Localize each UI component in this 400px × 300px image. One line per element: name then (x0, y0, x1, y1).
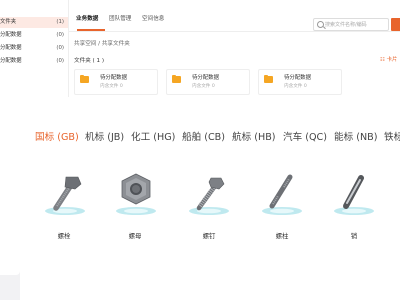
view-toggle-label: 卡片 (386, 57, 398, 63)
sidebar-item-label: 分配数据 (0, 58, 22, 64)
folder-icon (80, 74, 89, 83)
sidebar-item-folder[interactable]: 文件夹 (1) (0, 17, 68, 28)
pin-icon (334, 175, 374, 215)
product-item-bolt[interactable]: 螺栓 (35, 168, 93, 248)
search-icon (317, 20, 324, 28)
sidebar-item-label: 分配数据 (0, 45, 22, 51)
tab-team-management[interactable]: 团队管理 (109, 14, 131, 22)
product-label: 螺钉 (202, 232, 216, 240)
category-tab-qc[interactable]: 汽车 (QC) (283, 129, 327, 143)
product-label: 螺母 (128, 232, 142, 240)
nut-icon (116, 173, 156, 215)
product-item-pin[interactable]: 销 (325, 168, 383, 248)
product-label: 螺柱 (275, 232, 289, 240)
category-tab-jb[interactable]: 机标 (JB) (85, 129, 124, 143)
category-tab-cb[interactable]: 船舶 (CB) (182, 129, 225, 143)
category-tab-rail[interactable]: 铁标 (384, 129, 400, 143)
category-tab-gb[interactable]: 国标 (GB) (35, 129, 79, 143)
tab-business-data[interactable]: 业务数据 (76, 14, 98, 22)
product-item-stud[interactable]: 螺柱 (253, 168, 311, 248)
folder-file-count: 内含文件 0 (192, 84, 215, 89)
folder-name: 待分配数据 (100, 75, 127, 81)
folder-file-count: 内含文件 0 (100, 84, 123, 89)
folder-name: 待分配数据 (192, 75, 219, 81)
sidebar-item-label: 文件夹 (0, 19, 17, 25)
sidebar-item-unassigned-3[interactable]: 分配数据 (0) (0, 56, 68, 67)
product-item-screw[interactable]: 螺钉 (180, 168, 238, 248)
left-panel (0, 93, 20, 275)
sidebar-item-unassigned-2[interactable]: 分配数据 (0) (0, 43, 68, 54)
folder-section-title: 文件夹 ( 1 ) (74, 58, 105, 64)
product-label: 销 (350, 232, 358, 240)
screw-icon (189, 177, 229, 215)
sidebar-item-label: 分配数据 (0, 32, 22, 38)
search-input[interactable]: 搜索文件名称/编码 (313, 18, 389, 31)
stud-icon (262, 174, 302, 215)
top-window: 文件夹 (1) 分配数据 (0) 分配数据 (0) 分配数据 (0) 业务数据 … (0, 0, 400, 97)
category-tab-hg[interactable]: 化工 (HG) (131, 129, 175, 143)
search-placeholder: 搜索文件名称/编码 (325, 22, 367, 28)
sidebar-item-count: (1) (56, 19, 64, 25)
folder-card[interactable]: 待分配数据 内含文件 0 (258, 69, 342, 95)
grid-icon: ☷ (380, 57, 385, 63)
category-tab-hb[interactable]: 航标 (HB) (232, 129, 276, 143)
folder-card[interactable]: 待分配数据 内含文件 0 (166, 69, 250, 95)
breadcrumb: 共享空间 / 共享文件夹 (74, 41, 130, 47)
product-label: 螺栓 (57, 232, 71, 240)
sidebar-item-count: (0) (56, 58, 64, 64)
folder-icon (264, 74, 273, 83)
bolt-icon (45, 176, 85, 215)
folder-card[interactable]: 待分配数据 内含文件 0 (74, 69, 158, 95)
folder-name: 待分配数据 (284, 75, 311, 81)
product-item-nut[interactable]: 螺母 (106, 168, 164, 248)
category-tab-nb[interactable]: 能标 (NB) (334, 129, 377, 143)
sidebar-item-unassigned-1[interactable]: 分配数据 (0) (0, 30, 68, 41)
primary-action-button[interactable] (391, 18, 400, 31)
sidebar-item-count: (0) (56, 45, 64, 51)
sidebar: 文件夹 (1) 分配数据 (0) 分配数据 (0) 分配数据 (0) (0, 0, 69, 97)
folder-icon (172, 74, 181, 83)
folder-file-count: 内含文件 0 (284, 84, 307, 89)
tab-divider (68, 31, 400, 32)
tab-space-info[interactable]: 空间信息 (142, 14, 164, 22)
sidebar-item-count: (0) (56, 32, 64, 38)
view-toggle-button[interactable]: ☷ 卡片 (380, 55, 397, 63)
